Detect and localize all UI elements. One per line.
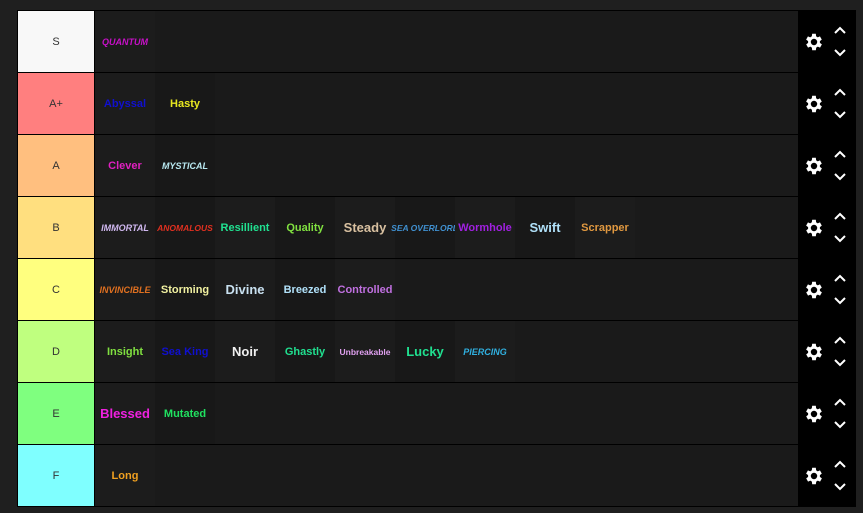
tier-row: C INVINCIBLE Storming Divine Breezed Controll… xyxy=(18,259,855,320)
tier-label[interactable]: F xyxy=(18,445,94,506)
chevron-up-icon[interactable] xyxy=(833,394,847,412)
chevron-up-icon[interactable] xyxy=(833,84,847,102)
tier-label[interactable]: B xyxy=(18,197,94,258)
tier-label[interactable]: C xyxy=(18,259,94,320)
tier-item[interactable]: Abyssal xyxy=(95,73,155,134)
chevron-up-icon[interactable] xyxy=(833,22,847,40)
tier-row: D Insight Sea King Noir Ghastly Unbreakable Lu… xyxy=(18,321,855,382)
chevron-up-icon[interactable] xyxy=(833,270,847,288)
tier-item[interactable]: Hasty xyxy=(155,73,215,134)
chevron-down-icon[interactable] xyxy=(833,106,847,124)
chevron-up-icon[interactable] xyxy=(833,456,847,474)
tier-row: S QUANTUM xyxy=(18,11,855,72)
tier-items[interactable]: INVINCIBLE Storming Divine Breezed Controlle… xyxy=(94,259,798,320)
tier-row: E Blessed Mutated xyxy=(18,383,855,444)
tier-row: A Clever MYSTICAL xyxy=(18,135,855,196)
row-controls xyxy=(798,197,855,258)
gear-icon[interactable] xyxy=(803,403,825,425)
tier-items[interactable]: Long xyxy=(94,445,798,506)
gear-icon[interactable] xyxy=(803,341,825,363)
tier-item[interactable]: Wormhole xyxy=(455,197,515,258)
tier-item[interactable]: SEA OVERLORD xyxy=(391,197,459,258)
gear-icon[interactable] xyxy=(803,217,825,239)
chevron-down-icon[interactable] xyxy=(833,44,847,62)
tier-items[interactable]: Clever MYSTICAL xyxy=(94,135,798,196)
tier-list: S QUANTUM A+ Abyssal Hasty A Clever MYSTICAL B IM… xyxy=(17,10,856,507)
tier-item[interactable]: MYSTICAL xyxy=(155,135,215,196)
row-controls xyxy=(798,445,855,506)
tier-item[interactable]: Sea King xyxy=(155,321,215,382)
tier-item[interactable]: Steady xyxy=(335,197,395,258)
tier-item[interactable]: Resillient xyxy=(215,197,275,258)
row-controls xyxy=(798,383,855,444)
gear-icon[interactable] xyxy=(803,155,825,177)
gear-icon[interactable] xyxy=(803,93,825,115)
tier-label[interactable]: A xyxy=(18,135,94,196)
tier-item[interactable]: Ghastly xyxy=(275,321,335,382)
tier-item[interactable]: Quality xyxy=(275,197,335,258)
tier-items[interactable]: Abyssal Hasty xyxy=(94,73,798,134)
tier-item[interactable]: Long xyxy=(95,445,155,506)
tier-label[interactable]: E xyxy=(18,383,94,444)
gear-icon[interactable] xyxy=(803,279,825,301)
tier-item[interactable]: Mutated xyxy=(155,383,215,444)
row-controls xyxy=(798,135,855,196)
chevron-up-icon[interactable] xyxy=(833,208,847,226)
row-controls xyxy=(798,321,855,382)
tier-label[interactable]: A+ xyxy=(18,73,94,134)
chevron-down-icon[interactable] xyxy=(833,354,847,372)
tier-items[interactable]: Blessed Mutated xyxy=(94,383,798,444)
tier-item[interactable]: Swift xyxy=(515,197,575,258)
tier-item[interactable]: Insight xyxy=(95,321,155,382)
chevron-up-icon[interactable] xyxy=(833,332,847,350)
tier-item[interactable]: INVINCIBLE xyxy=(95,259,155,320)
tier-item[interactable]: Divine xyxy=(215,259,275,320)
tier-row: A+ Abyssal Hasty xyxy=(18,73,855,134)
tier-item[interactable]: Unbreakable xyxy=(335,321,395,382)
tier-items[interactable]: IMMORTAL ANOMALOUS Resillient Quality Steady… xyxy=(94,197,798,258)
tier-row: B IMMORTAL ANOMALOUS Resillient Quality Stead… xyxy=(18,197,855,258)
tier-label[interactable]: D xyxy=(18,321,94,382)
tier-items[interactable]: Insight Sea King Noir Ghastly Unbreakable Luc… xyxy=(94,321,798,382)
tier-item[interactable]: Controlled xyxy=(335,259,395,320)
row-controls xyxy=(798,11,855,72)
chevron-down-icon[interactable] xyxy=(833,478,847,496)
tier-item[interactable]: ANOMALOUS xyxy=(155,197,215,258)
tier-row: F Long xyxy=(18,445,855,506)
tier-item[interactable]: Lucky xyxy=(395,321,455,382)
gear-icon[interactable] xyxy=(803,465,825,487)
tier-item[interactable]: Breezed xyxy=(275,259,335,320)
tier-item[interactable]: IMMORTAL xyxy=(95,197,155,258)
tier-item[interactable]: PIERCING xyxy=(455,321,515,382)
gear-icon[interactable] xyxy=(803,31,825,53)
chevron-down-icon[interactable] xyxy=(833,292,847,310)
tier-label[interactable]: S xyxy=(18,11,94,72)
chevron-down-icon[interactable] xyxy=(833,168,847,186)
chevron-up-icon[interactable] xyxy=(833,146,847,164)
tier-item[interactable]: Noir xyxy=(215,321,275,382)
tier-item[interactable]: QUANTUM xyxy=(95,11,155,72)
tier-item[interactable]: Clever xyxy=(95,135,155,196)
tier-item[interactable]: Scrapper xyxy=(575,197,635,258)
row-controls xyxy=(798,73,855,134)
row-controls xyxy=(798,259,855,320)
tier-item[interactable]: Storming xyxy=(155,259,215,320)
tier-item[interactable]: Blessed xyxy=(95,383,155,444)
chevron-down-icon[interactable] xyxy=(833,416,847,434)
tier-items[interactable]: QUANTUM xyxy=(94,11,798,72)
chevron-down-icon[interactable] xyxy=(833,230,847,248)
